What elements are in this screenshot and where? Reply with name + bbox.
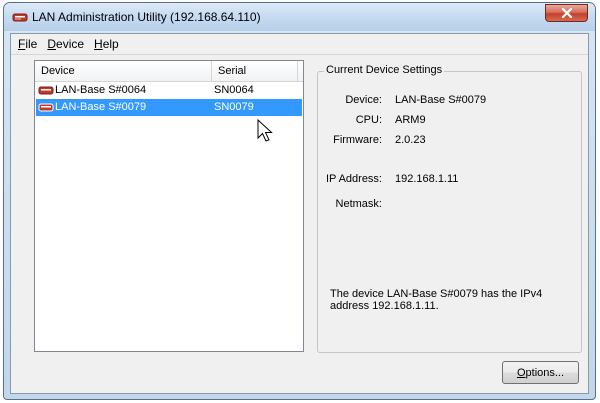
device-name-cell: LAN-Base S#0064 bbox=[55, 84, 147, 96]
title-bar[interactable]: LAN Administration Utility (192.168.64.1… bbox=[4, 3, 595, 31]
firmware-value: 2.0.23 bbox=[395, 134, 426, 146]
ip-address-value: 192.168.1.11 bbox=[395, 173, 459, 185]
device-row[interactable]: LAN-Base S#0064 SN0064 bbox=[36, 82, 302, 99]
mouse-pointer-icon bbox=[257, 119, 273, 142]
window-title: LAN Administration Utility (192.168.64.1… bbox=[32, 10, 261, 24]
column-header-serial[interactable]: Serial bbox=[212, 61, 298, 81]
close-icon bbox=[561, 8, 572, 18]
app-window: LAN Administration Utility (192.168.64.1… bbox=[3, 2, 596, 400]
netmask-label: Netmask: bbox=[335, 198, 382, 210]
status-message: The device LAN-Base S#0079 has the IPv4 … bbox=[330, 288, 543, 312]
device-value: LAN-Base S#0079 bbox=[395, 94, 487, 106]
menu-device[interactable]: Device bbox=[42, 37, 89, 51]
device-serial-cell: SN0079 bbox=[214, 101, 254, 113]
menu-help[interactable]: Help bbox=[89, 37, 124, 51]
menu-bar: File Device Help bbox=[11, 34, 588, 55]
device-serial-cell: SN0064 bbox=[214, 84, 254, 96]
close-button[interactable] bbox=[545, 4, 588, 22]
device-name-cell: LAN-Base S#0079 bbox=[55, 101, 147, 113]
device-row-selected[interactable]: LAN-Base S#0079 SN0079 bbox=[36, 99, 302, 116]
cpu-label: CPU: bbox=[355, 114, 382, 126]
lan-device-icon bbox=[38, 103, 54, 112]
current-device-settings-group: Current Device Settings Device: LAN-Base… bbox=[317, 64, 582, 353]
menu-file[interactable]: File bbox=[13, 37, 42, 51]
menu-device-mnemonic: D bbox=[47, 37, 57, 51]
firmware-label: Firmware: bbox=[333, 134, 382, 146]
menu-file-rest: ile bbox=[25, 37, 38, 51]
device-list[interactable]: Device Serial LAN-Base S#0064 SN0064 LAN… bbox=[34, 60, 304, 352]
client-area: File Device Help Device Serial LAN-Base … bbox=[10, 33, 589, 394]
menu-help-mnemonic: H bbox=[94, 37, 103, 51]
cpu-value: ARM9 bbox=[395, 114, 426, 126]
ip-address-label: IP Address: bbox=[325, 173, 382, 185]
menu-help-rest: elp bbox=[102, 37, 119, 51]
list-header: Device Serial bbox=[35, 61, 303, 82]
options-button[interactable]: Options... bbox=[502, 361, 579, 384]
lan-device-icon bbox=[12, 13, 28, 22]
menu-device-rest: evice bbox=[56, 37, 85, 51]
column-header-device[interactable]: Device bbox=[35, 61, 212, 81]
group-title: Current Device Settings bbox=[324, 64, 445, 76]
lan-device-icon bbox=[38, 86, 54, 95]
device-label: Device: bbox=[345, 94, 382, 106]
options-button-label: Options... bbox=[516, 366, 565, 379]
